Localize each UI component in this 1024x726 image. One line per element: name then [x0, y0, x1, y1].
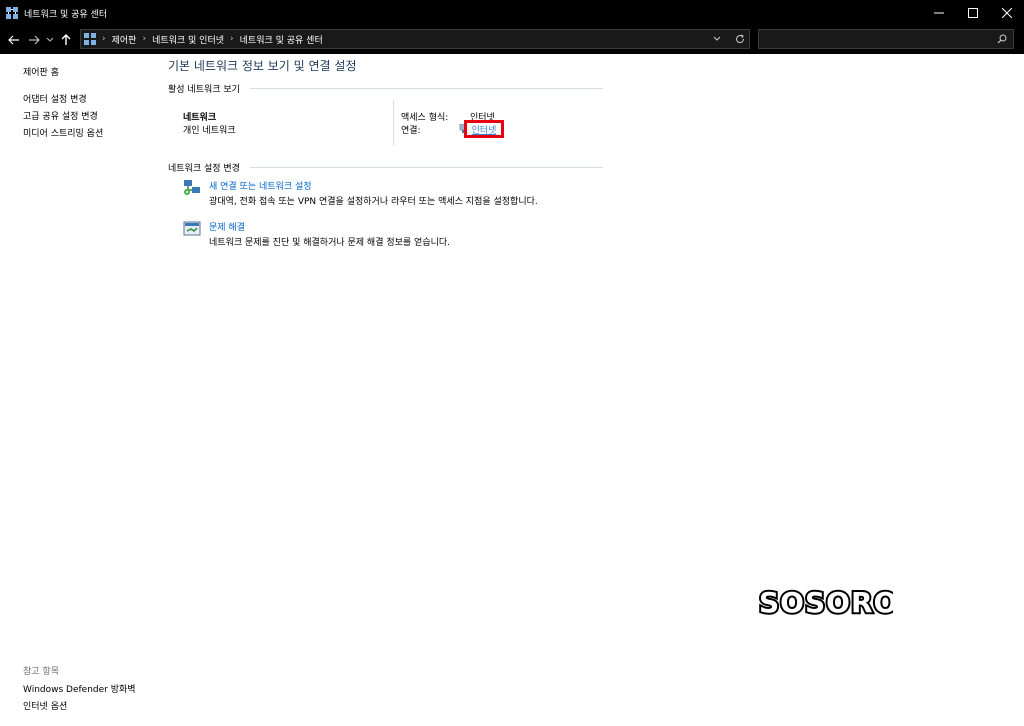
close-icon [1002, 8, 1012, 18]
section-divider [250, 88, 603, 89]
arrow-right-icon [29, 35, 40, 45]
arrow-left-icon [8, 35, 19, 45]
close-button[interactable] [990, 0, 1024, 26]
breadcrumb-chevron-icon[interactable]: › [230, 34, 234, 44]
control-panel-home-link[interactable]: 제어판 홈 [23, 65, 59, 78]
forward-button[interactable] [24, 30, 44, 50]
back-button[interactable] [4, 30, 24, 50]
network-info-divider [393, 100, 394, 146]
sidebar-item-media-streaming[interactable]: 미디어 스트리밍 옵션 [23, 126, 103, 139]
search-input[interactable] [758, 29, 1014, 49]
troubleshoot-description: 네트워크 문제를 진단 및 해결하거나 문제 해결 정보를 얻습니다. [209, 238, 451, 248]
chevron-down-icon [713, 36, 721, 41]
section-divider [250, 167, 603, 168]
refresh-icon [736, 34, 745, 44]
breadcrumb-network-internet[interactable]: 네트워크 및 인터넷 [152, 33, 224, 46]
change-settings-heading: 네트워크 설정 변경 [168, 164, 240, 174]
address-actions [713, 30, 745, 48]
network-center-app-icon [6, 7, 18, 19]
navigation-bar: › 제어판 › 네트워크 및 인터넷 › 네트워크 및 공유 센터 [0, 26, 1024, 54]
recent-locations-button[interactable] [44, 30, 56, 50]
title-bar: 네트워크 및 공유 센터 [0, 0, 1024, 26]
chevron-down-icon [46, 37, 54, 42]
maximize-button[interactable] [956, 0, 990, 26]
sidebar-item-adapter-settings[interactable]: 어댑터 설정 변경 [23, 92, 87, 105]
active-networks-heading: 활성 네트워크 보기 [168, 85, 240, 95]
page-title: 기본 네트워크 정보 보기 및 연결 설정 [168, 59, 357, 73]
address-history-dropdown[interactable] [713, 36, 721, 42]
new-connection-icon [183, 178, 201, 196]
breadcrumb-chevron-icon[interactable]: › [102, 34, 106, 44]
see-also-heading: 참고 항목 [23, 667, 59, 677]
content-area: 제어판 홈 어댑터 설정 변경 고급 공유 설정 변경 미디어 스트리밍 옵션 … [0, 54, 1024, 726]
watermark-logo: SOSORO [757, 584, 899, 621]
window-title: 네트워크 및 공유 센터 [24, 9, 108, 20]
network-type-link[interactable]: 개인 네트워크 [183, 123, 236, 136]
search-icon[interactable] [997, 34, 1007, 47]
breadcrumb-chevron-icon[interactable]: › [142, 34, 146, 44]
troubleshoot-icon [183, 220, 201, 238]
control-panel-icon [84, 33, 96, 45]
window-controls [922, 0, 1024, 26]
minimize-button[interactable] [922, 0, 956, 26]
refresh-button[interactable] [735, 34, 745, 44]
access-type-label: 액세스 형식: [401, 113, 449, 123]
breadcrumb-control-panel[interactable]: 제어판 [112, 33, 137, 46]
troubleshoot-link[interactable]: 문제 해결 [209, 220, 245, 233]
new-connection-link[interactable]: 새 연결 또는 네트워크 설정 [209, 179, 312, 192]
network-name: 네트워크 [183, 113, 217, 123]
maximize-icon [968, 8, 978, 18]
connection-status-link[interactable]: 인터넷 [464, 120, 504, 138]
sidebar-item-advanced-sharing[interactable]: 고급 공유 설정 변경 [23, 109, 98, 122]
address-bar[interactable]: › 제어판 › 네트워크 및 인터넷 › 네트워크 및 공유 센터 [80, 29, 750, 49]
see-also-internet-options-link[interactable]: 인터넷 옵션 [23, 699, 67, 712]
minimize-icon [934, 12, 944, 14]
new-connection-description: 광대역, 전화 접속 또는 VPN 연결을 설정하거나 라우터 또는 액세스 지… [209, 197, 538, 207]
arrow-up-icon [61, 34, 71, 45]
watermark-text: SOSORO [759, 586, 893, 618]
up-button[interactable] [56, 30, 76, 50]
breadcrumb-network-sharing-center[interactable]: 네트워크 및 공유 센터 [240, 33, 323, 46]
connection-label: 연결: [401, 126, 421, 136]
see-also-firewall-link[interactable]: Windows Defender 방화벽 [23, 682, 136, 695]
